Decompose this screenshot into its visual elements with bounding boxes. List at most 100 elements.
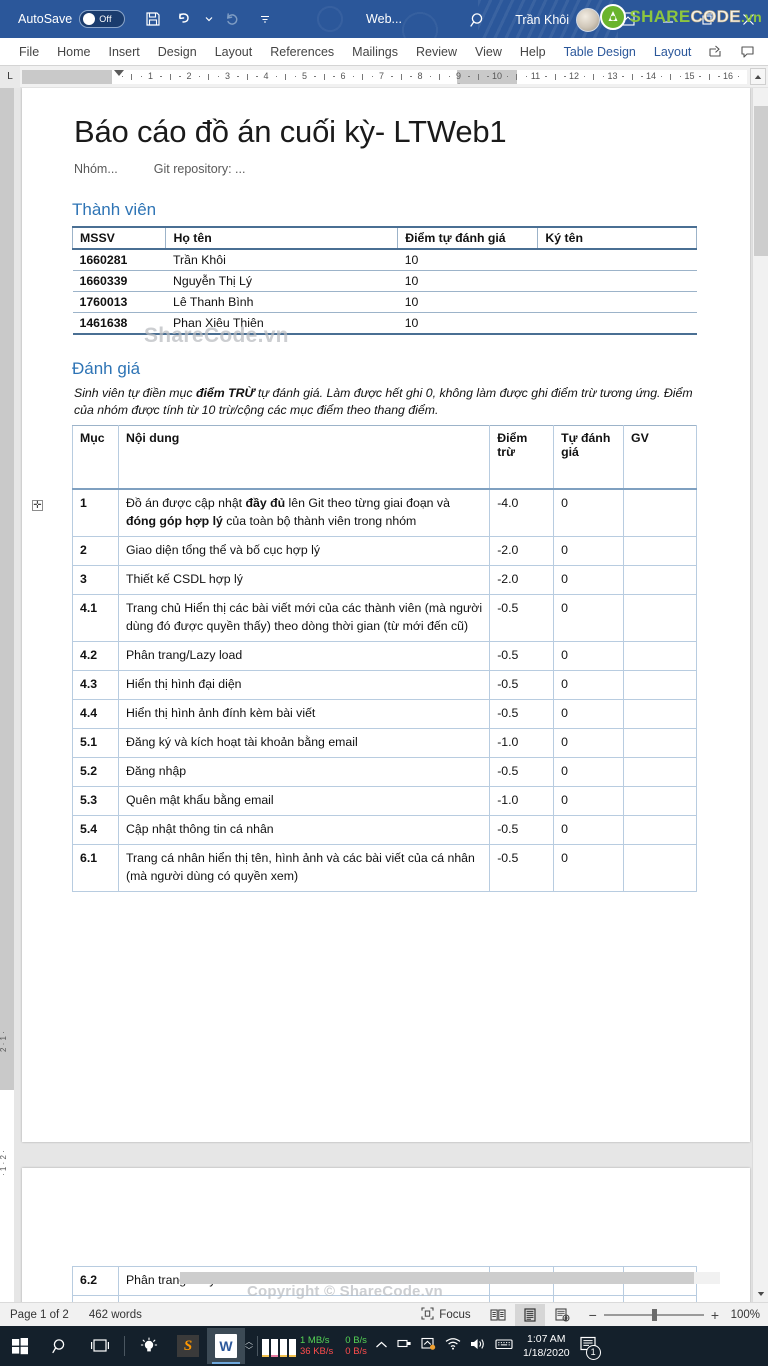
cell-item-number[interactable]: 1 [72, 488, 119, 538]
cell-deduction[interactable]: -0.5 [489, 756, 555, 787]
table-cell[interactable]: 10 [397, 291, 538, 313]
minimize-icon[interactable] [648, 0, 688, 38]
table-row[interactable]: 4.3 Hiển thị hình đại diện -0.5 0 [72, 670, 697, 701]
cell-teacher-score[interactable] [623, 756, 697, 787]
zoom-in-button[interactable]: + [711, 1307, 719, 1323]
usb-icon[interactable] [397, 1337, 412, 1355]
cell-teacher-score[interactable] [623, 594, 697, 643]
taskbar-app-sublime-text[interactable]: S [169, 1328, 207, 1364]
cell-item-number[interactable]: 4.1 [72, 594, 119, 643]
table-row[interactable]: 4.1 Trang chủ Hiển thị các bài viết mới c… [72, 594, 697, 643]
ruler-track[interactable]: 1 2 3 4 5 6 7 8 9 10 11 12 13 14 15 16 [22, 69, 768, 84]
cell-teacher-score[interactable] [623, 488, 697, 538]
cell-self-score[interactable]: 0 [553, 756, 625, 787]
scroll-up-button[interactable] [750, 68, 766, 85]
taskbar-clock[interactable]: 1:07 AM 1/18/2020 [523, 1332, 570, 1360]
cell-item-number[interactable]: 6.2 [72, 1266, 119, 1296]
zoom-slider[interactable] [603, 1308, 704, 1321]
lightbulb-icon[interactable] [129, 1326, 169, 1366]
tab-stop-selector[interactable]: L [0, 65, 20, 88]
cell-self-score[interactable]: 0 [553, 814, 625, 845]
cell-item-number[interactable]: 6.1 [72, 843, 119, 892]
cell-description[interactable]: Hiển thị hình ảnh đính kèm bài viết [117, 699, 491, 729]
cell-deduction[interactable]: -2.0 [489, 565, 555, 596]
tab-table-design[interactable]: Table Design [555, 38, 645, 66]
cell-item-number[interactable]: 4.2 [72, 641, 119, 672]
table-cell[interactable] [537, 291, 697, 313]
cell-deduction[interactable]: -0.5 [489, 641, 555, 672]
cell-self-score[interactable]: 0 [553, 536, 625, 567]
vertical-scrollbar-thumb[interactable] [754, 106, 768, 256]
cell-description[interactable]: Đăng ký và kích hoạt tài khoản bằng emai… [117, 727, 491, 758]
cell-description[interactable]: Thiết kế CSDL hợp lý [117, 565, 491, 596]
cell-description[interactable]: Quên mật khẩu bằng email [117, 785, 491, 816]
tab-layout[interactable]: Layout [206, 38, 262, 66]
network-monitor-graph[interactable] [262, 1335, 296, 1357]
members-table[interactable]: MSSV Họ tên Điểm tự đánh giá Ký tên 1660… [71, 226, 697, 335]
cell-self-score[interactable]: 0 [553, 785, 625, 816]
table-cell[interactable]: 1760013 [72, 291, 166, 313]
table-cell[interactable]: Nguyễn Thị Lý [165, 270, 398, 292]
table-cell[interactable] [537, 248, 697, 271]
zoom-out-button[interactable]: − [589, 1307, 597, 1323]
cell-description[interactable]: Phân trang/Lazy load [117, 641, 491, 672]
table-cell[interactable]: Trần Khôi [165, 248, 398, 271]
cell-description[interactable]: Trang chủ Hiển thị các bài viết mới của … [117, 594, 491, 643]
update-icon[interactable] [421, 1337, 436, 1356]
cell-item-number[interactable]: 4.4 [72, 699, 119, 729]
cell-teacher-score[interactable] [623, 565, 697, 596]
autosave-toggle[interactable]: Off [79, 10, 126, 28]
restore-icon[interactable] [688, 0, 728, 38]
cell-self-score[interactable]: 0 [553, 565, 625, 596]
table-row[interactable]: 5.1 Đăng ký và kích hoạt tài khoản bằng e… [72, 727, 697, 758]
tab-references[interactable]: References [261, 38, 343, 66]
cell-deduction[interactable]: -0.5 [489, 594, 555, 643]
table-cell[interactable]: Lê Thanh Bình [165, 291, 398, 313]
table-move-handle[interactable]: ✛ [32, 500, 43, 511]
task-view-icon[interactable] [80, 1326, 120, 1366]
cell-item-number[interactable]: 4.3 [72, 670, 119, 701]
table-cell[interactable] [537, 312, 697, 335]
table-row[interactable]: 1660339 Nguyễn Thị Lý 10 [72, 270, 697, 292]
cell-self-score[interactable]: 0 [553, 670, 625, 701]
cell-deduction[interactable]: -4.0 [489, 488, 555, 538]
volume-icon[interactable] [470, 1337, 486, 1356]
cell-description[interactable]: Hiển thị hình đại diện [117, 670, 491, 701]
share-icon[interactable] [700, 40, 730, 64]
zoom-level[interactable]: 100% [726, 1309, 760, 1321]
print-layout-icon[interactable] [514, 1303, 545, 1326]
search-icon[interactable] [40, 1326, 80, 1366]
cell-item-number[interactable]: 5.3 [72, 785, 119, 816]
cell-teacher-score[interactable] [623, 670, 697, 701]
tab-insert[interactable]: Insert [100, 38, 149, 66]
table-row[interactable]: 5.3 Quên mật khẩu bằng email -1.0 0 [72, 785, 697, 816]
cell-deduction[interactable]: -1.0 [489, 727, 555, 758]
cell-self-score[interactable]: 0 [553, 488, 625, 538]
tab-review[interactable]: Review [407, 38, 466, 66]
windows-start-icon[interactable] [0, 1326, 40, 1366]
table-row[interactable]: 1660281 Trần Khôi 10 [72, 248, 697, 271]
table-row[interactable]: 4.4 Hiển thị hình ảnh đính kèm bài viết -0… [72, 699, 697, 729]
tab-table-layout[interactable]: Layout [645, 38, 701, 66]
document-canvas[interactable]: 2 · 1 · · 1 · 2 · Báo cáo đồ án cuối kỳ-… [0, 88, 768, 1302]
comments-icon[interactable] [732, 40, 762, 64]
cell-self-score[interactable]: 0 [553, 594, 625, 643]
table-row[interactable]: 1 Đồ án được cập nhật đầy đủ lên Git theo… [72, 488, 697, 538]
cell-deduction[interactable]: -0.5 [489, 670, 555, 701]
vertical-scrollbar[interactable] [752, 88, 768, 1302]
cell-deduction[interactable]: -0.5 [489, 843, 555, 892]
cell-teacher-score[interactable] [623, 843, 697, 892]
cell-item-number[interactable]: 5.1 [72, 727, 119, 758]
cell-description[interactable]: Đăng nhập [117, 756, 491, 787]
zoom-slider-handle[interactable] [651, 1308, 657, 1321]
undo-dropdown-icon[interactable] [203, 6, 215, 32]
tab-home[interactable]: Home [48, 38, 99, 66]
table-row[interactable]: 4.2 Phân trang/Lazy load -0.5 0 [72, 641, 697, 672]
web-layout-icon[interactable] [547, 1304, 577, 1326]
cell-description[interactable]: Trang cá nhân hiển thị tên, hình ảnh và … [117, 843, 491, 892]
cell-teacher-score[interactable] [623, 785, 697, 816]
evaluation-table-page1[interactable]: Mục Nội dung Điểm trừ Tự đánh giá GV 1 Đồ… [72, 424, 697, 892]
focus-mode-button[interactable]: Focus [411, 1306, 480, 1323]
page-indicator[interactable]: Page 1 of 2 [0, 1309, 79, 1321]
show-hidden-icons-icon[interactable] [375, 1337, 388, 1355]
